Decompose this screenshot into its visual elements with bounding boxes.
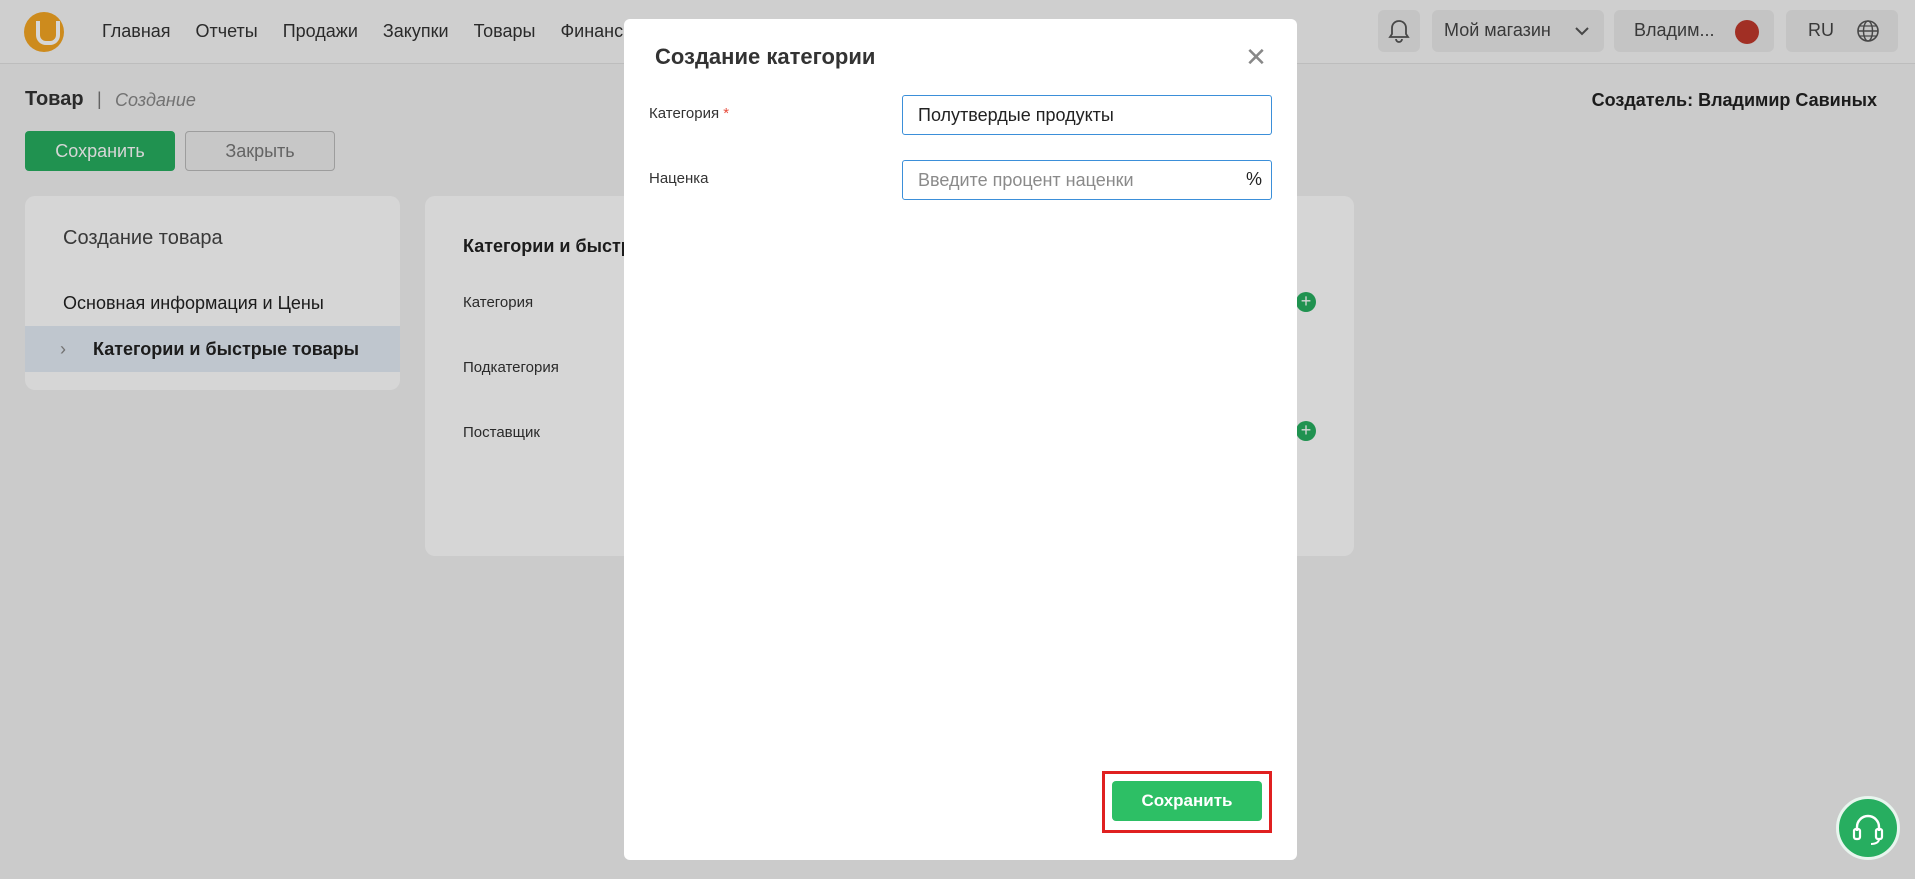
category-label-text: Категория	[649, 105, 720, 122]
headset-icon	[1852, 814, 1884, 845]
dialog-title: Создание категории	[655, 44, 876, 69]
support-button[interactable]	[1836, 796, 1900, 860]
markup-input[interactable]	[902, 160, 1272, 200]
markup-label: Наценка	[649, 170, 709, 187]
create-category-dialog: Создание категории ✕ Категория * Наценка…	[624, 19, 1297, 860]
category-label: Категория *	[649, 105, 729, 122]
close-icon[interactable]: ✕	[1245, 44, 1267, 70]
percent-suffix: %	[1246, 169, 1263, 189]
category-input[interactable]	[902, 95, 1272, 135]
required-mark: *	[723, 105, 730, 122]
dialog-save-button[interactable]: Сохранить	[1112, 781, 1262, 821]
